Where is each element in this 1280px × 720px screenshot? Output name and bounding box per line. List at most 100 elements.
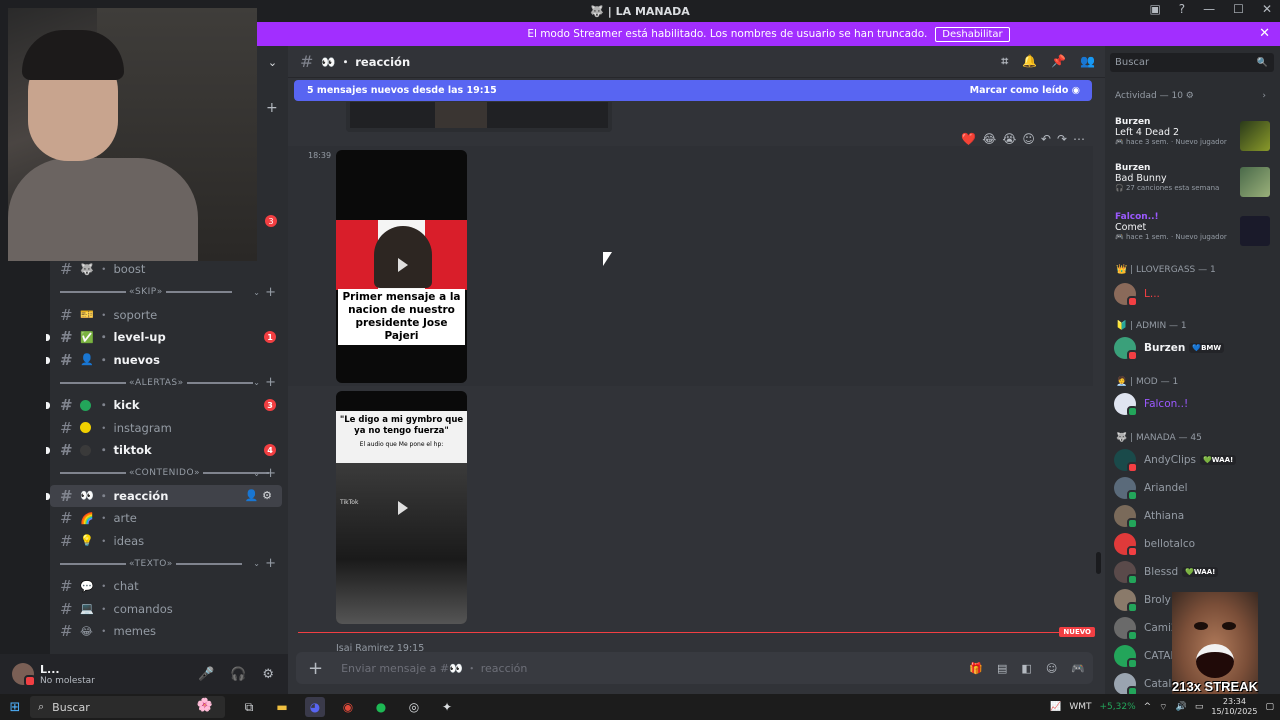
previous-image-attachment[interactable] bbox=[346, 102, 612, 132]
channel-boost[interactable]: # 🐺 ・ boost bbox=[50, 258, 288, 281]
search-input[interactable]: Buscar 🔍 bbox=[1110, 53, 1274, 72]
message-composer: + 🎁 ▤ ◧ ☺ 🎮 bbox=[296, 652, 1093, 684]
file-explorer-icon[interactable]: ▬ bbox=[272, 697, 292, 717]
channel-memes[interactable]: # 😂 ・ memes bbox=[50, 620, 288, 643]
message-input[interactable] bbox=[341, 661, 902, 675]
channel-arte[interactable]: # 🌈 ・ arte bbox=[50, 507, 288, 530]
member-item[interactable]: CATAD bbox=[1114, 644, 1179, 669]
channel-comandos[interactable]: # 💻 ・ comandos bbox=[50, 598, 288, 621]
headphones-icon[interactable]: 🎧 bbox=[230, 667, 246, 682]
taskbar-search[interactable]: ⌕ Buscar 🌸 bbox=[30, 696, 225, 718]
member-name: AndyClips bbox=[1144, 454, 1197, 466]
bell-icon[interactable]: 🔔 bbox=[1022, 54, 1037, 69]
category-contenido[interactable]: «CONTENIDO» ⌄ + bbox=[50, 462, 288, 485]
windows-start-icon[interactable]: ⊞ bbox=[0, 700, 30, 715]
notification-icon[interactable]: ▢ bbox=[1265, 702, 1274, 712]
activity-icon[interactable]: 🎮 bbox=[1071, 662, 1085, 675]
video-attachment[interactable]: "Le digo a mi gymbro que ya no tengo fue… bbox=[336, 391, 467, 624]
close-icon[interactable]: ✕ bbox=[1259, 26, 1270, 41]
member-item[interactable]: Blessd 💚WAA! bbox=[1114, 560, 1219, 585]
channel-instagram[interactable]: # ・ instagram bbox=[50, 417, 288, 440]
add-channel-icon[interactable]: + bbox=[265, 556, 276, 571]
avatar[interactable] bbox=[12, 663, 36, 687]
activity-card[interactable]: Burzen Bad Bunny 🎧 27 canciones esta sem… bbox=[1110, 163, 1272, 205]
add-attachment-icon[interactable]: + bbox=[308, 658, 323, 679]
scrollbar[interactable] bbox=[1096, 552, 1101, 574]
add-channel-icon[interactable]: + bbox=[265, 375, 276, 390]
role-group-header: 🐺 | MANADA — 45 bbox=[1116, 433, 1202, 443]
forward-icon[interactable]: ↷ bbox=[1057, 132, 1067, 146]
play-icon[interactable] bbox=[398, 501, 408, 515]
mark-as-read-button[interactable]: Marcar como leído ◉ bbox=[970, 85, 1080, 96]
channel-ideas[interactable]: # 💡 ・ ideas bbox=[50, 530, 288, 553]
add-reaction-icon[interactable]: ☺ bbox=[1022, 132, 1035, 146]
gif-icon[interactable]: ▤ bbox=[997, 662, 1007, 675]
close-window-icon[interactable]: ✕ bbox=[1262, 2, 1272, 16]
spotify-icon[interactable]: ● bbox=[371, 697, 391, 717]
more-options-icon[interactable]: ⋯ bbox=[1073, 132, 1085, 146]
tray-chevron-icon[interactable]: ^ bbox=[1144, 702, 1152, 712]
member-item[interactable]: AndyClips 💚WAA! bbox=[1114, 448, 1237, 473]
category-texto[interactable]: «TEXTO» ⌄ + bbox=[50, 552, 288, 575]
clock[interactable]: 23:34 15/10/2025 bbox=[1211, 697, 1257, 717]
new-messages-banner[interactable]: 5 mensajes nuevos desde las 19:15 Marcar… bbox=[294, 80, 1092, 101]
play-icon[interactable] bbox=[398, 258, 408, 272]
activity-card[interactable]: Falcon..! Comet 🎮 hace 1 sem. · Nuevo ju… bbox=[1110, 212, 1272, 254]
member-item[interactable]: Catalin bbox=[1114, 672, 1181, 697]
channel-chat[interactable]: # 💬 ・ chat bbox=[50, 575, 288, 598]
obs-icon[interactable]: ◎ bbox=[404, 697, 424, 717]
activity-header[interactable]: Actividad — 10 ⚙ › bbox=[1115, 91, 1270, 101]
stock-symbol[interactable]: WMT bbox=[1069, 702, 1091, 712]
task-view-icon[interactable]: ⧉ bbox=[239, 697, 259, 717]
members-icon[interactable]: 👥 bbox=[1080, 54, 1095, 69]
help-icon[interactable]: ? bbox=[1179, 2, 1185, 16]
member-item[interactable]: Falcon..! bbox=[1114, 392, 1188, 417]
app-icon[interactable]: ✦ bbox=[437, 697, 457, 717]
channel-level-up[interactable]: # ✅ ・ level-up 1 bbox=[46, 326, 288, 349]
channel-soporte[interactable]: # 🎫 ・ soporte bbox=[50, 304, 288, 327]
video-attachment[interactable]: Primer mensaje a la nacion de nuestro pr… bbox=[336, 150, 467, 383]
member-item[interactable]: Ariandel bbox=[1114, 476, 1188, 501]
settings-gear-icon[interactable]: ⚙ bbox=[262, 489, 272, 502]
channel-kick[interactable]: # ・ kick 3 bbox=[46, 394, 288, 417]
cry-reaction-icon[interactable]: 😭 bbox=[1002, 132, 1016, 146]
server-menu-chevron-icon[interactable]: ⌄ bbox=[257, 46, 288, 78]
threads-icon[interactable]: ⌗ bbox=[1001, 54, 1008, 69]
battery-icon[interactable]: ▭ bbox=[1195, 702, 1204, 712]
add-channel-icon[interactable]: + bbox=[265, 285, 276, 300]
member-item[interactable]: Broly bbox=[1114, 588, 1171, 613]
sticker-icon[interactable]: ◧ bbox=[1021, 662, 1031, 675]
channel-nuevos[interactable]: # 👤 ・ nuevos bbox=[46, 349, 288, 372]
volume-icon[interactable]: 🔊 bbox=[1176, 702, 1187, 712]
gift-icon[interactable]: 🎁 bbox=[969, 662, 983, 675]
add-channel-icon[interactable]: + bbox=[266, 100, 278, 116]
category-alertas[interactable]: «ALERTAS» ⌄ + bbox=[50, 371, 288, 394]
reply-icon[interactable]: ↶ bbox=[1041, 132, 1051, 146]
channel-tiktok[interactable]: # ・ tiktok 4 bbox=[46, 439, 288, 462]
network-icon[interactable]: ⌔ bbox=[1159, 702, 1167, 713]
disable-streamer-button[interactable]: Deshabilitar bbox=[935, 26, 1010, 42]
inbox-icon[interactable]: ▣ bbox=[1149, 2, 1160, 16]
settings-gear-icon[interactable]: ⚙ bbox=[262, 667, 274, 682]
add-channel-icon[interactable]: + bbox=[265, 466, 276, 481]
role-group-header: 🧑‍💼 | MOD — 1 bbox=[1116, 377, 1179, 387]
heart-reaction-icon[interactable]: ❤️ bbox=[961, 132, 976, 146]
category-skip[interactable]: «SKIP» ⌄ + bbox=[50, 281, 288, 304]
pin-icon[interactable]: 📌 bbox=[1051, 54, 1066, 69]
invite-icon[interactable]: 👤 bbox=[245, 489, 259, 502]
member-item[interactable]: Burzen 💙BMW bbox=[1114, 336, 1225, 361]
discord-icon[interactable]: ◕ bbox=[305, 697, 325, 717]
channel-label: ideas bbox=[113, 533, 145, 548]
minimize-icon[interactable]: — bbox=[1203, 2, 1215, 16]
member-item[interactable]: bellotalco bbox=[1114, 532, 1195, 557]
member-item[interactable]: L... bbox=[1114, 282, 1160, 307]
maximize-icon[interactable]: ☐ bbox=[1233, 2, 1244, 16]
channel-reaccion[interactable]: # 👀 ・ reacción 👤 ⚙ bbox=[46, 484, 282, 507]
member-item[interactable]: Cami2 bbox=[1114, 616, 1178, 641]
microphone-icon[interactable]: 🎤 bbox=[198, 667, 214, 682]
chrome-icon[interactable]: ◉ bbox=[338, 697, 358, 717]
activity-card[interactable]: Burzen Left 4 Dead 2 🎮 hace 3 sem. · Nue… bbox=[1110, 117, 1272, 159]
laugh-reaction-icon[interactable]: 😂 bbox=[982, 132, 996, 146]
emoji-icon[interactable]: ☺ bbox=[1046, 662, 1057, 675]
member-item[interactable]: Athiana bbox=[1114, 504, 1184, 529]
